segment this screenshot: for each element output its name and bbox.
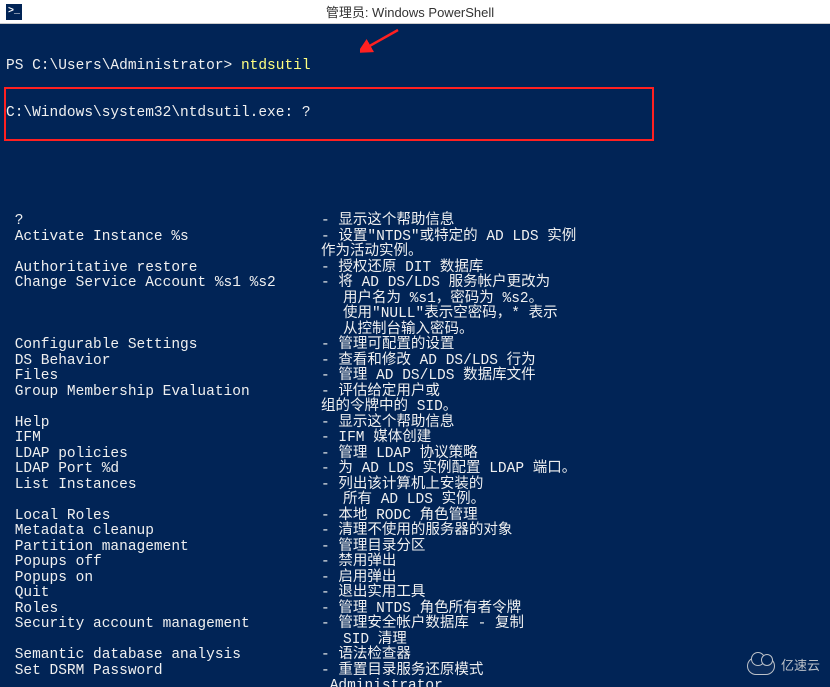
help-row: ?- 显示这个帮助信息 — [6, 214, 824, 230]
help-row: 从控制台输入密码。 — [6, 323, 824, 339]
help-row: Metadata cleanup- 清理不使用的服务器的对象 — [6, 524, 824, 540]
help-row: Popups off- 禁用弹出 — [6, 555, 824, 571]
help-row: Quit- 退出实用工具 — [6, 586, 824, 602]
help-row: DS Behavior- 查看和修改 AD DS/LDS 行为 — [6, 354, 824, 370]
help-row: Partition management- 管理目录分区 — [6, 540, 824, 556]
help-row: Security account management- 管理安全帐户数据库 -… — [6, 617, 824, 633]
help-row: 所有 AD LDS 实例。 — [6, 493, 824, 509]
help-row: List Instances- 列出该计算机上安装的 — [6, 478, 824, 494]
help-row: Help- 显示这个帮助信息 — [6, 416, 824, 432]
help-row: 作为活动实例。 — [6, 245, 824, 261]
watermark: 亿速云 — [747, 657, 820, 675]
help-row: Roles- 管理 NTDS 角色所有者令牌 — [6, 602, 824, 618]
cloud-icon — [747, 657, 775, 675]
help-row: 用户名为 %s1，密码为 %s2。 — [6, 292, 824, 308]
blank-line — [6, 152, 824, 168]
help-row: 组的令牌中的 SID。 — [6, 400, 824, 416]
help-row: Semantic database analysis- 语法检查器 — [6, 648, 824, 664]
prompt-line-2: C:\Windows\system32\ntdsutil.exe: ? — [6, 106, 824, 122]
help-row: 使用"NULL"表示空密码，* 表示 — [6, 307, 824, 323]
help-row: LDAP policies- 管理 LDAP 协议策略 — [6, 447, 824, 463]
window-title: 管理员: Windows PowerShell — [30, 2, 830, 21]
help-row: Popups on- 启用弹出 — [6, 571, 824, 587]
help-row: Authoritative restore- 授权还原 DIT 数据库 — [6, 261, 824, 277]
watermark-text: 亿速云 — [781, 658, 820, 674]
terminal-area[interactable]: PS C:\Users\Administrator> ntdsutil C:\W… — [0, 24, 830, 687]
prompt-line-1: PS C:\Users\Administrator> ntdsutil — [6, 59, 824, 75]
help-row: LDAP Port %d- 为 AD LDS 实例配置 LDAP 端口。 — [6, 462, 824, 478]
help-row: IFM- IFM 媒体创建 — [6, 431, 824, 447]
help-output: ?- 显示这个帮助信息 Activate Instance %s- 设置"NTD… — [6, 214, 824, 687]
help-row: Local Roles- 本地 RODC 角色管理 — [6, 509, 824, 525]
help-row: Set DSRM Password- 重置目录服务还原模式 — [6, 664, 824, 680]
command-entered: ntdsutil — [241, 59, 311, 75]
help-row: Change Service Account %s1 %s2- 将 AD DS/… — [6, 276, 824, 292]
help-row: Configurable Settings- 管理可配置的设置 — [6, 338, 824, 354]
powershell-window: >_ 管理员: Windows PowerShell PS C:\Users\A… — [0, 0, 830, 687]
help-row: Administrator — [6, 679, 824, 687]
help-row: Files- 管理 AD DS/LDS 数据库文件 — [6, 369, 824, 385]
powershell-icon: >_ — [6, 4, 22, 20]
help-row: Group Membership Evaluation- 评估给定用户或 — [6, 385, 824, 401]
red-arrow-annotation — [360, 26, 400, 56]
titlebar[interactable]: >_ 管理员: Windows PowerShell — [0, 0, 830, 24]
help-row: Activate Instance %s- 设置"NTDS"或特定的 AD LD… — [6, 230, 824, 246]
help-row: SID 清理 — [6, 633, 824, 649]
